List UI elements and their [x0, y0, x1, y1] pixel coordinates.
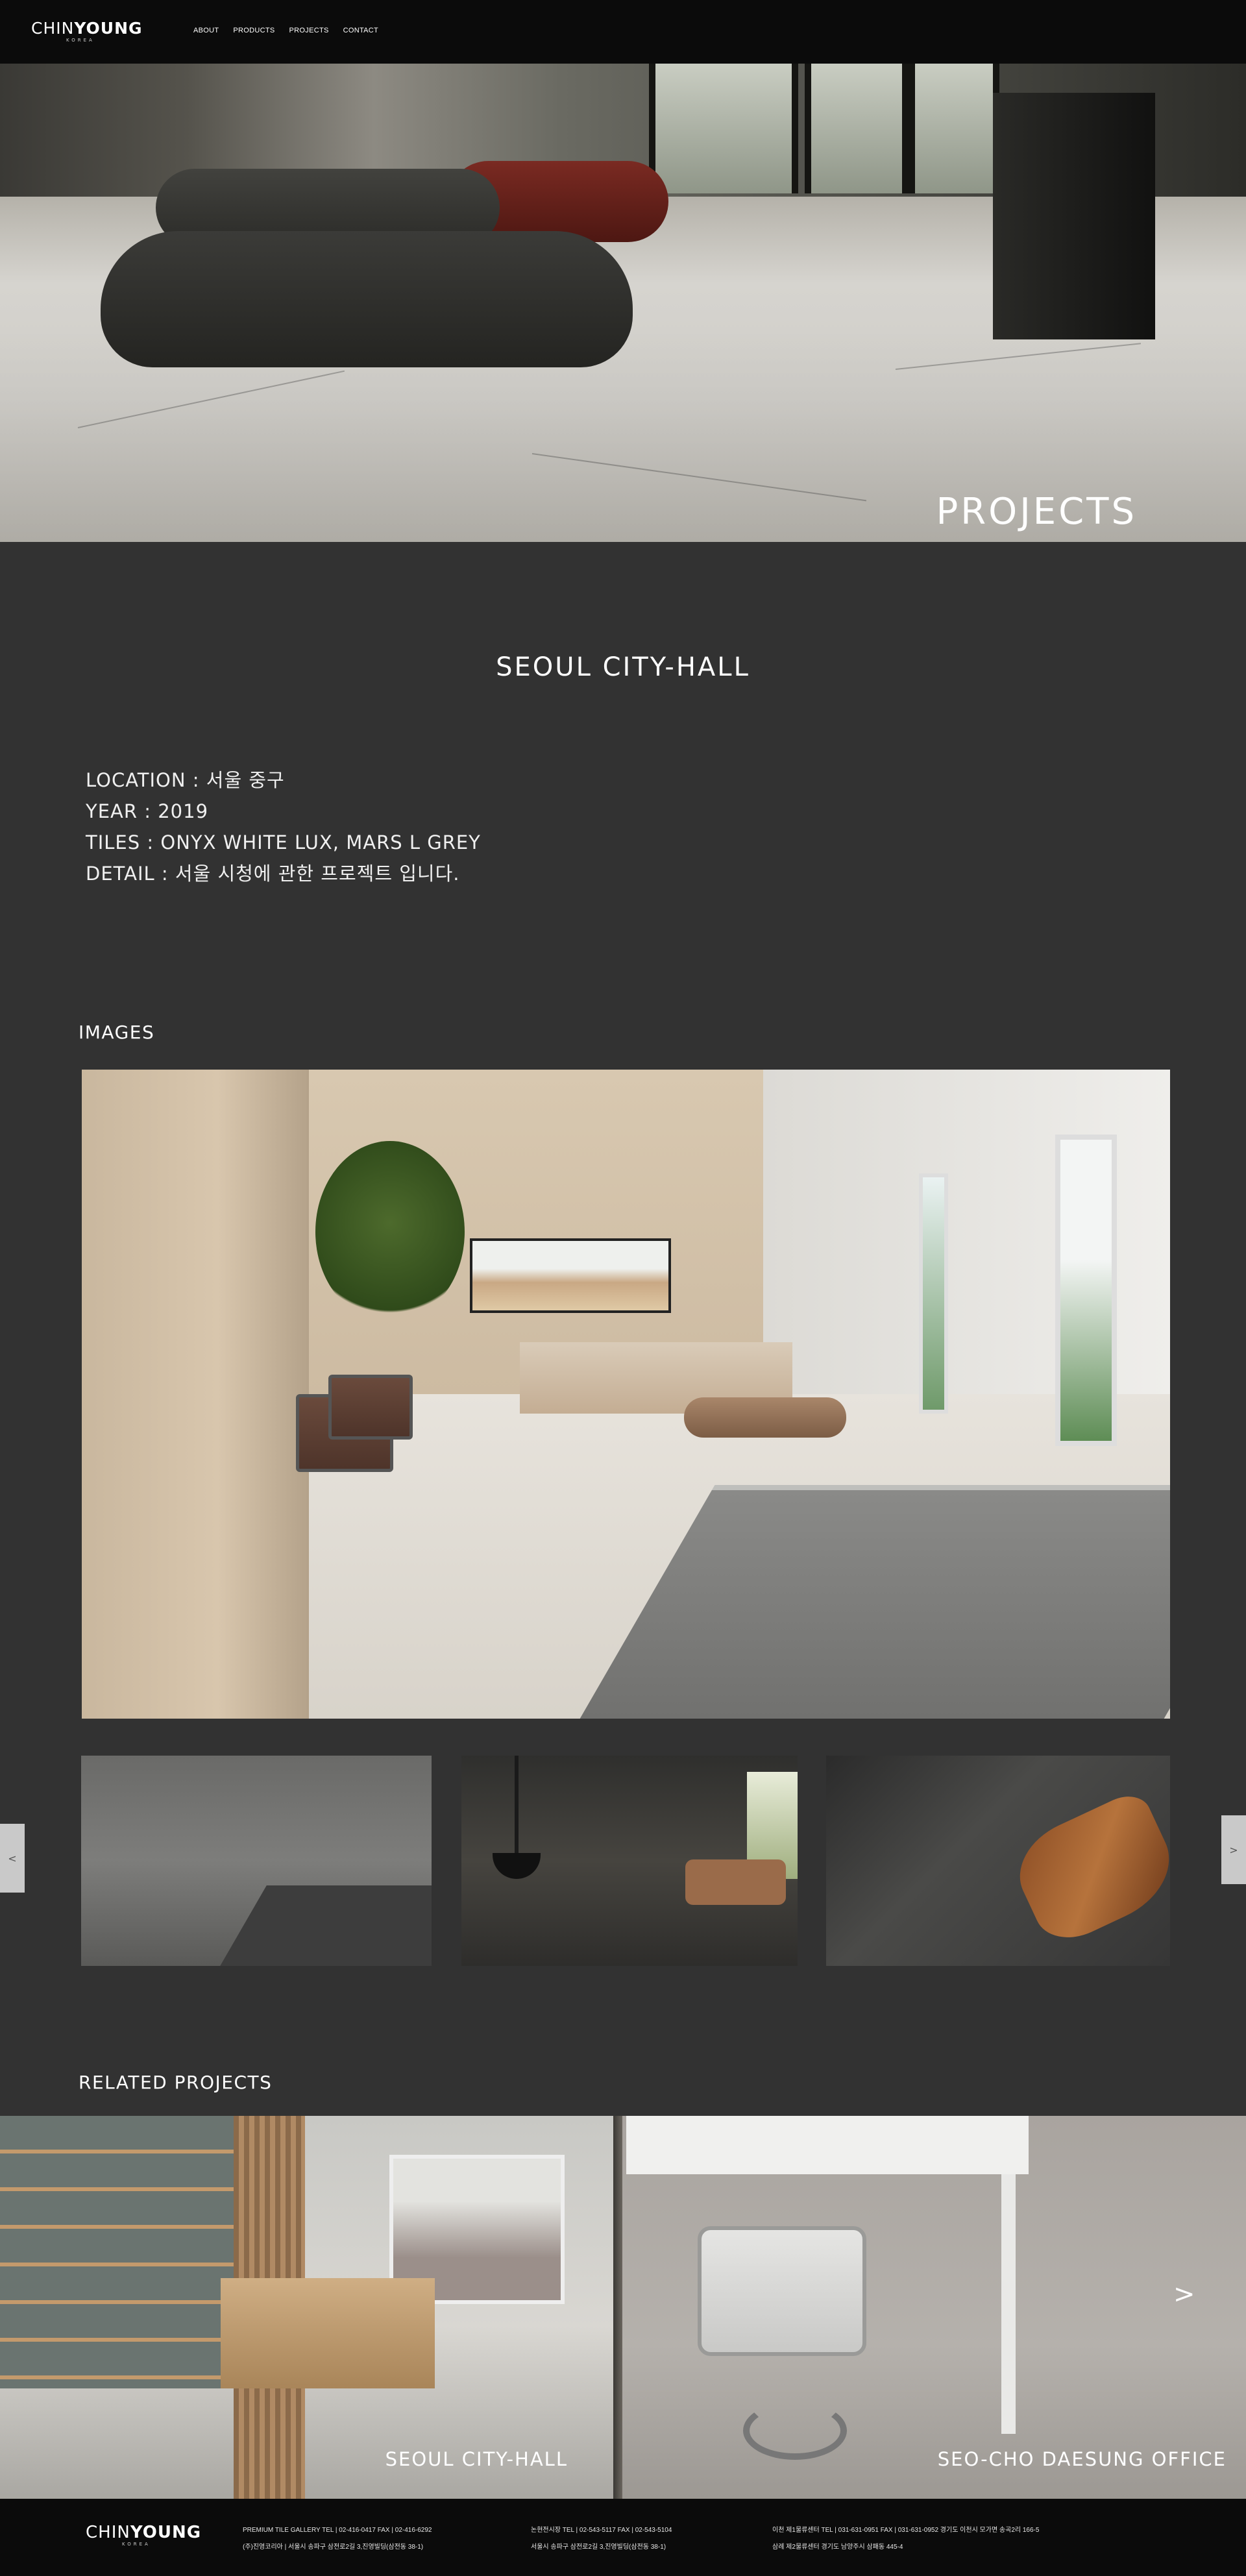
project-info: LOCATION : 서울 중구 YEAR : 2019 TILES : ONY… [86, 765, 481, 889]
footer-logo-wordmark: CHINYOUNG [86, 2523, 202, 2542]
project-title: SEOUL CITY-HALL [496, 652, 750, 682]
image-window [1055, 1135, 1117, 1446]
logo[interactable]: CHINYOUNG KOREA [31, 19, 143, 43]
footer-text: 이천 제1물류센터 TEL | 031-631-0951 FAX | 031-6… [772, 2527, 1040, 2534]
related-next-arrow-icon[interactable]: > [1173, 2279, 1195, 2309]
image-painting [470, 1238, 671, 1313]
image-chair [328, 1375, 413, 1440]
gallery-thumbnail[interactable] [81, 1756, 432, 1966]
footer-logo[interactable]: CHINYOUNG KOREA [86, 2523, 201, 2547]
nav-contact[interactable]: CONTACT [343, 27, 378, 34]
main-project-image [82, 1070, 1170, 1719]
thumbnail-pool [220, 1885, 432, 1966]
card-desk-leg [1001, 2174, 1016, 2434]
main-nav: ABOUT PRODUCTS PROJECTS CONTACT [193, 27, 378, 34]
project-year: YEAR : 2019 [86, 800, 209, 822]
project-tiles: TILES : ONYX WHITE LUX, MARS L GREY [86, 831, 481, 853]
thumbnail-fireplace-pipe [515, 1756, 519, 1866]
footer-gallery-info: PREMIUM TILE GALLERY TEL | 02-416-0417 F… [243, 2522, 432, 2556]
nav-projects[interactable]: PROJECTS [289, 27, 329, 34]
gallery-thumbnail[interactable] [461, 1756, 798, 1966]
card-office-chair [698, 2226, 866, 2356]
project-detail: DETAIL : 서울 시청에 관한 프로젝트 입니다. [86, 863, 460, 885]
nav-about[interactable]: ABOUT [193, 27, 219, 34]
footer-text: PREMIUM TILE GALLERY TEL | 02-416-0417 F… [243, 2527, 432, 2534]
image-tree [315, 1141, 465, 1323]
hero-bar-counter [993, 93, 1155, 339]
hero-banner-image: PROJECTS [0, 64, 1246, 542]
nav-products[interactable]: PRODUCTS [233, 27, 275, 34]
thumbnail-sofa [685, 1859, 786, 1905]
image-bench [684, 1397, 846, 1438]
gallery-thumbnail[interactable] [826, 1756, 1170, 1966]
marble-vein [895, 343, 1142, 370]
footer-logistics-info: 이천 제1물류센터 TEL | 031-631-0951 FAX | 031-6… [772, 2522, 1039, 2556]
footer-text: 서울시 송파구 삼전로2길 3,진영빌딩(삼전동 38-1) [531, 2544, 666, 2551]
site-footer: CHINYOUNG KOREA PREMIUM TILE GALLERY TEL… [0, 2499, 1246, 2576]
footer-text: (주)진영코리아 | 서울시 송파구 삼전로2길 3,진영빌딩(삼전동 38-1… [243, 2544, 424, 2551]
footer-logo-subtitle: KOREA [122, 2542, 151, 2547]
hero-window [649, 64, 798, 193]
related-project-card[interactable]: SEO-CHO DAESUNG OFFICE [613, 2116, 1246, 2499]
marble-vein [531, 453, 867, 502]
images-heading: IMAGES [79, 1022, 155, 1043]
related-projects-carousel: SEOUL CITY-HALL SEO-CHO DAESUNG OFFICE [0, 2116, 1246, 2499]
hero-title: PROJECTS [936, 491, 1137, 533]
site-header: CHINYOUNG KOREA ABOUT PRODUCTS PROJECTS … [0, 0, 1246, 64]
footer-text: 삼례 제2물류센터 경기도 남양주시 삼패동 445-4 [772, 2544, 903, 2551]
card-table [221, 2278, 435, 2388]
related-project-title: SEOUL CITY-HALL [385, 2448, 568, 2470]
footer-text: 논현전시장 TEL | 02-543-5117 FAX | 02-543-510… [531, 2527, 672, 2534]
card-desk [626, 2116, 1029, 2174]
logo-wordmark: CHINYOUNG [31, 19, 143, 38]
gallery-prev-button[interactable]: < [0, 1824, 25, 1893]
thumbnail-wood-slab [1004, 1787, 1170, 1951]
related-project-card[interactable]: SEOUL CITY-HALL [0, 2116, 613, 2499]
card-divider [613, 2116, 622, 2499]
image-left-wall [82, 1070, 309, 1719]
hero-window [805, 64, 909, 193]
image-window [919, 1173, 948, 1414]
related-project-title: SEO-CHO DAESUNG OFFICE [937, 2448, 1227, 2470]
logo-subtitle: KOREA [66, 38, 95, 43]
marble-vein [77, 370, 345, 428]
project-location: LOCATION : 서울 중구 [86, 769, 285, 791]
hero-window [909, 64, 999, 193]
related-projects-heading: RELATED PROJECTS [79, 2072, 273, 2093]
hero-sofa [101, 231, 633, 367]
card-chair-base [743, 2401, 847, 2460]
gallery-next-button[interactable]: > [1221, 1815, 1246, 1884]
footer-showroom-info: 논현전시장 TEL | 02-543-5117 FAX | 02-543-510… [531, 2522, 672, 2556]
thumbnail-fireplace [493, 1853, 541, 1879]
